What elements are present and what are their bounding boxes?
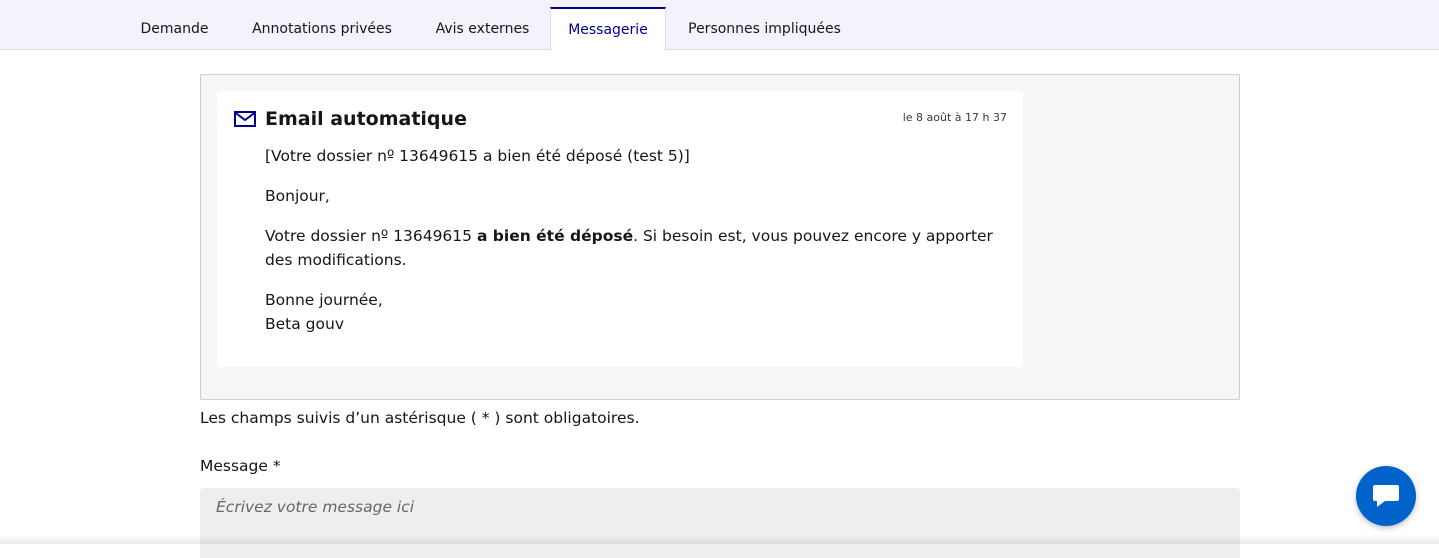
message-closing-block: Bonne journée, Beta gouv xyxy=(265,288,1005,336)
required-fields-hint: Les champs suivis d’un astérisque ( * ) … xyxy=(200,409,640,427)
tab-bar: Demande Annotations privées Avis externe… xyxy=(0,0,1439,51)
message-input[interactable] xyxy=(200,488,1240,558)
message-subject: [Votre dossier nº 13649615 a bien été dé… xyxy=(265,147,690,165)
chat-support-button[interactable] xyxy=(1356,466,1416,526)
message-body-text: Votre dossier nº 13649615 xyxy=(265,227,477,245)
message-field-label: Message * xyxy=(200,457,281,475)
chat-bubble-icon xyxy=(1373,485,1399,507)
tab-messagerie[interactable]: Messagerie xyxy=(550,7,666,51)
message-paragraph: Votre dossier nº 13649615 a bien été dép… xyxy=(265,224,1005,272)
tab-demande[interactable]: Demande xyxy=(120,7,229,50)
message-greeting: Bonjour, xyxy=(265,187,330,205)
tab-personnes-impliquees[interactable]: Personnes impliquées xyxy=(666,7,863,50)
message-card: Email automatique le 8 août à 17 h 37 [V… xyxy=(217,91,1023,367)
message-body: [Votre dossier nº 13649615 a bien été dé… xyxy=(265,144,1005,352)
message-body-bold: a bien été déposé xyxy=(476,227,634,245)
tab-avis-externes[interactable]: Avis externes xyxy=(415,7,550,50)
message-closing: Bonne journée, xyxy=(265,291,383,309)
message-signature: Beta gouv xyxy=(265,315,344,333)
message-thread: Email automatique le 8 août à 17 h 37 [V… xyxy=(200,74,1240,400)
tab-annotations-privees[interactable]: Annotations privées xyxy=(229,7,415,50)
message-date: le 8 août à 17 h 37 xyxy=(902,111,1007,124)
mail-icon xyxy=(234,111,256,127)
message-title: Email automatique xyxy=(265,108,467,130)
